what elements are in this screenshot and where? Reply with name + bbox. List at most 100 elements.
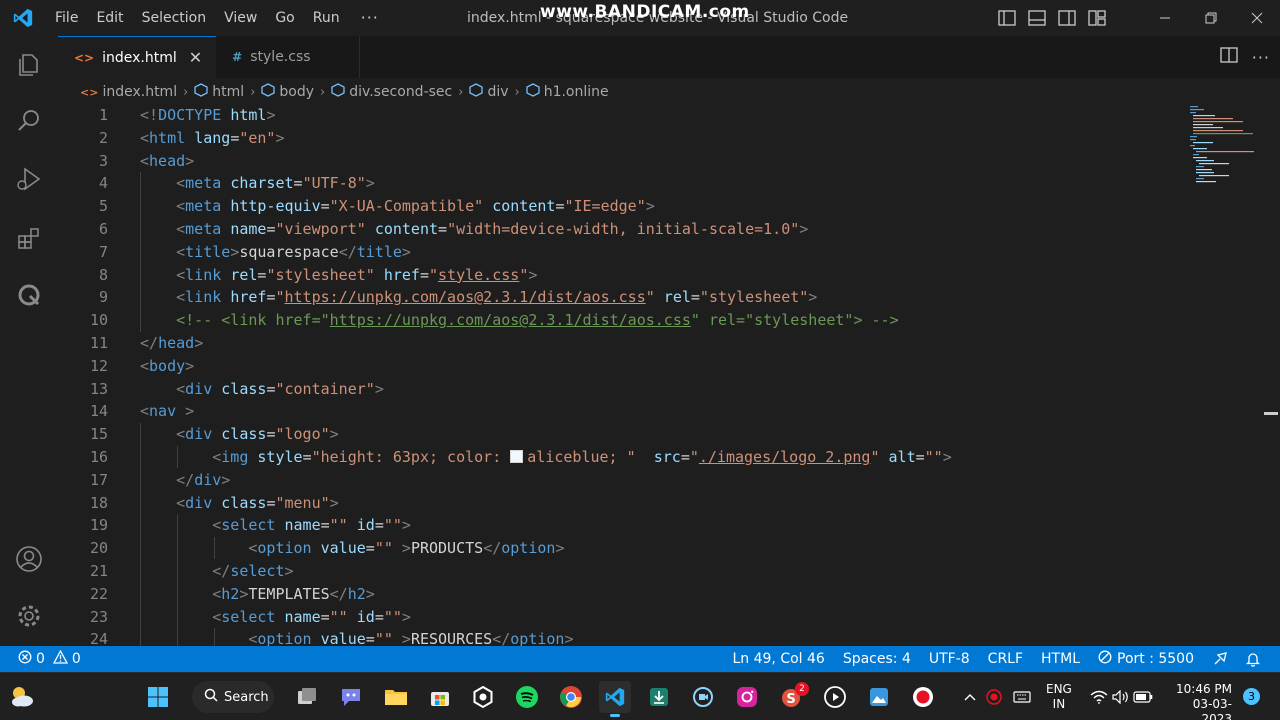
language-indicator[interactable]: ENG IN bbox=[1046, 682, 1072, 712]
spotify-icon[interactable] bbox=[511, 681, 543, 713]
cursor-position[interactable]: Ln 49, Col 46 bbox=[732, 651, 824, 667]
feedback-icon[interactable] bbox=[1212, 651, 1228, 667]
code-link[interactable]: https://unpkg.com/aos@2.3.1/dist/aos.css bbox=[285, 288, 646, 306]
token: lang bbox=[194, 128, 231, 147]
split-editor-icon[interactable] bbox=[1220, 47, 1238, 67]
tab-style-css[interactable]: # style.css bbox=[216, 36, 360, 78]
vscode-taskbar-icon[interactable] bbox=[599, 681, 631, 717]
microsoft-store-icon[interactable] bbox=[424, 681, 456, 713]
breadcrumb-h1-online[interactable]: h1.online bbox=[526, 83, 609, 101]
breadcrumb-div[interactable]: div bbox=[469, 83, 509, 101]
toggle-primary-sidebar-icon[interactable] bbox=[992, 0, 1022, 36]
code-line: 14 <nav > bbox=[58, 400, 1280, 423]
extensions-icon[interactable] bbox=[0, 215, 58, 263]
more-actions-icon[interactable]: ··· bbox=[1252, 48, 1270, 67]
remote-extension-icon[interactable] bbox=[0, 271, 58, 319]
toggle-secondary-sidebar-icon[interactable] bbox=[1052, 0, 1082, 36]
token: RESOURCES bbox=[410, 630, 493, 646]
code-link[interactable]: style.css bbox=[438, 266, 519, 284]
menu-go[interactable]: Go bbox=[266, 0, 303, 36]
code-link[interactable]: ./images/logo 2.png bbox=[699, 448, 871, 466]
breadcrumb-body[interactable]: body bbox=[261, 83, 314, 101]
search-icon[interactable] bbox=[0, 97, 58, 145]
line-number: 15 bbox=[89, 425, 108, 444]
settings-gear-icon[interactable] bbox=[0, 592, 58, 640]
token: option bbox=[257, 539, 312, 558]
chevron-up-icon[interactable] bbox=[960, 693, 980, 701]
live-server-port[interactable]: Port : 5500 bbox=[1098, 650, 1194, 668]
teams-chat-icon[interactable] bbox=[335, 681, 367, 713]
breadcrumb-div-second-sec[interactable]: div.second-sec bbox=[331, 83, 452, 101]
svg-text:S: S bbox=[786, 692, 795, 707]
problems-indicator[interactable]: 0 0 bbox=[18, 646, 81, 672]
task-view-icon[interactable] bbox=[291, 681, 323, 713]
taskbar-search[interactable]: Search bbox=[192, 681, 274, 713]
encoding[interactable]: UTF-8 bbox=[929, 651, 970, 667]
token: src bbox=[653, 448, 681, 466]
run-debug-icon[interactable] bbox=[0, 155, 58, 203]
skype-icon[interactable]: S 2 bbox=[775, 681, 809, 713]
github-icon[interactable] bbox=[467, 681, 499, 713]
quick-settings[interactable] bbox=[1088, 673, 1154, 720]
tab-index-html[interactable]: <> index.html ✕ bbox=[58, 36, 217, 78]
notifications-bell-icon[interactable] bbox=[1246, 651, 1260, 667]
code-link[interactable]: https://unpkg.com/aos@2.3.1/dist/aos.css bbox=[330, 311, 691, 329]
error-count: 0 bbox=[36, 651, 45, 667]
menu-run[interactable]: Run bbox=[304, 0, 349, 36]
account-icon[interactable] bbox=[0, 535, 58, 583]
breadcrumb-file[interactable]: <> index.html bbox=[80, 84, 177, 100]
editor-tabs: <> index.html ✕ # style.css ··· bbox=[58, 36, 1280, 78]
customize-layout-icon[interactable] bbox=[1082, 0, 1112, 36]
close-window-icon[interactable] bbox=[1234, 0, 1280, 36]
token: link bbox=[185, 288, 222, 307]
chevron-right-icon: › bbox=[250, 84, 256, 100]
file-explorer-icon[interactable] bbox=[380, 681, 412, 713]
token: " bbox=[645, 288, 655, 307]
token: rel bbox=[230, 265, 258, 284]
media-player-icon[interactable] bbox=[819, 681, 851, 713]
chrome-icon[interactable] bbox=[555, 681, 587, 713]
vscode-logo-icon[interactable] bbox=[0, 0, 46, 36]
token: "" bbox=[383, 607, 402, 626]
weather-icon[interactable] bbox=[8, 683, 36, 711]
menu-view[interactable]: View bbox=[215, 0, 266, 36]
menu-file[interactable]: File bbox=[46, 0, 87, 36]
notification-center-badge[interactable]: 3 bbox=[1243, 688, 1260, 705]
menu-edit[interactable]: Edit bbox=[87, 0, 132, 36]
indentation[interactable]: Spaces: 4 bbox=[843, 651, 911, 667]
code-editor[interactable]: 1 <!DOCTYPE html> 2 <html lang="en"> 3 <hea… bbox=[58, 104, 1280, 646]
toggle-panel-icon[interactable] bbox=[1022, 0, 1052, 36]
breadcrumb-label: div.second-sec bbox=[349, 84, 453, 100]
symbol-element-icon bbox=[194, 83, 208, 101]
explorer-icon[interactable] bbox=[0, 41, 58, 89]
token: rel bbox=[663, 288, 691, 307]
code-line: 8 <link rel="stylesheet" href="style.css… bbox=[58, 264, 1280, 287]
taskbar-clock[interactable]: 10:46 PM 03-03-2023 bbox=[1168, 682, 1232, 720]
code-line: 11 </head> bbox=[58, 332, 1280, 355]
language-mode[interactable]: HTML bbox=[1041, 651, 1080, 667]
photos-icon[interactable] bbox=[863, 681, 895, 713]
token: html bbox=[149, 128, 186, 147]
minimap[interactable] bbox=[1188, 104, 1258, 194]
screen-recorder-icon[interactable] bbox=[687, 681, 719, 713]
bandicam-tray-icon[interactable] bbox=[980, 689, 1008, 705]
menu-selection[interactable]: Selection bbox=[133, 0, 216, 36]
record-icon[interactable] bbox=[907, 681, 939, 713]
scrollbar-marker[interactable] bbox=[1264, 412, 1278, 415]
code-line: 16 <img style="height: 63px; color: alic… bbox=[58, 446, 1280, 469]
code-line: 13 <div class="container"> bbox=[58, 378, 1280, 401]
line-ending[interactable]: CRLF bbox=[988, 651, 1023, 667]
instagram-icon[interactable] bbox=[731, 681, 763, 713]
menu-more-icon[interactable]: ··· bbox=[349, 0, 391, 36]
token: link bbox=[185, 265, 222, 284]
start-windows-icon[interactable] bbox=[142, 681, 174, 713]
keyboard-icon[interactable] bbox=[1008, 691, 1036, 703]
download-app-icon[interactable] bbox=[643, 681, 675, 713]
breadcrumb-html[interactable]: html bbox=[194, 83, 244, 101]
restore-icon[interactable] bbox=[1188, 0, 1234, 36]
close-tab-icon[interactable]: ✕ bbox=[189, 48, 202, 67]
symbol-element-icon bbox=[331, 83, 345, 101]
minimize-icon[interactable] bbox=[1142, 0, 1188, 36]
color-swatch[interactable] bbox=[510, 450, 524, 463]
code-line: 3 <head> bbox=[58, 150, 1280, 173]
